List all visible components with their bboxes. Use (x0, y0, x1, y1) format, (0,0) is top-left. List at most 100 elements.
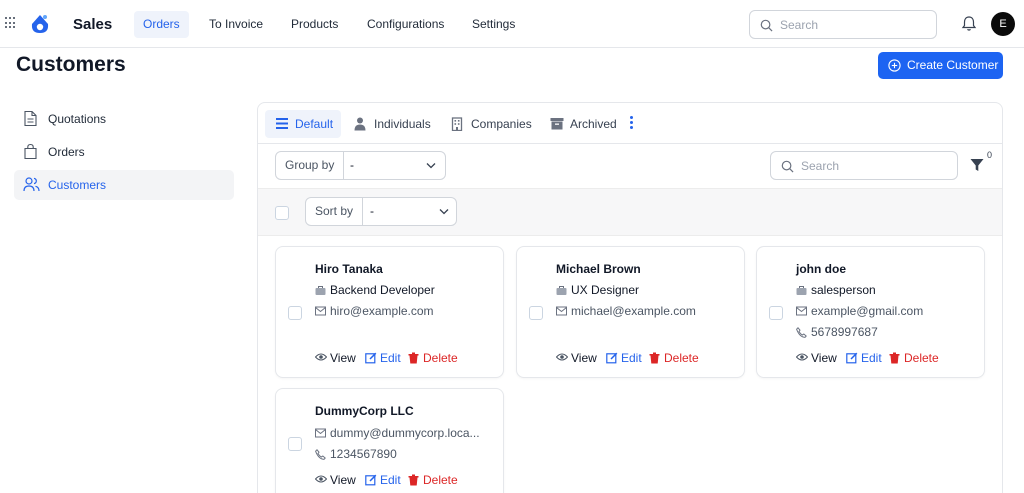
create-customer-button[interactable]: Create Customer (878, 52, 1003, 79)
customer-role: Backend Developer (315, 283, 435, 297)
customer-name: Hiro Tanaka (315, 262, 383, 276)
delete-button[interactable]: Delete (649, 351, 699, 365)
tab-label: Individuals (374, 117, 431, 131)
customer-email: example@gmail.com (796, 304, 923, 318)
edit-icon (365, 352, 377, 364)
global-search (749, 10, 937, 39)
edit-button[interactable]: Edit (606, 351, 642, 365)
customer-role: UX Designer (556, 283, 639, 297)
list-search-input[interactable] (801, 152, 941, 179)
delete-button[interactable]: Delete (408, 473, 458, 487)
customer-card[interactable]: DummyCorp LLC dummy@dummycorp.loca... 12… (275, 388, 504, 493)
app-logo-icon (31, 15, 49, 33)
group-by-value: - (350, 158, 354, 172)
global-search-input[interactable] (780, 11, 920, 38)
customer-name: john doe (796, 262, 846, 276)
phone-icon (315, 449, 326, 460)
tab-individuals[interactable]: Individuals (344, 110, 439, 138)
mail-icon (556, 306, 567, 316)
nav-configurations[interactable]: Configurations (358, 11, 453, 38)
customer-name: Michael Brown (556, 262, 641, 276)
tab-archived[interactable]: Archived (540, 110, 625, 138)
edit-button[interactable]: Edit (365, 351, 401, 365)
briefcase-icon (556, 286, 567, 295)
view-button[interactable]: View (315, 351, 356, 365)
eye-icon (315, 475, 327, 483)
briefcase-icon (796, 286, 807, 295)
mail-icon (315, 428, 326, 438)
tab-companies[interactable]: Companies (441, 110, 540, 138)
customer-name: DummyCorp LLC (315, 404, 414, 418)
trash-icon (889, 352, 900, 364)
delete-button[interactable]: Delete (408, 351, 458, 365)
top-navbar: Sales Orders To Invoice Products Configu… (0, 0, 1024, 48)
mail-icon (796, 306, 807, 316)
more-views-icon[interactable] (630, 116, 634, 130)
card-checkbox[interactable] (288, 306, 302, 320)
search-icon (781, 160, 794, 173)
eye-icon (315, 353, 327, 361)
sidebar-item-label: Orders (48, 145, 85, 159)
tab-label: Companies (471, 117, 532, 131)
trash-icon (408, 352, 419, 364)
tab-default[interactable]: Default (265, 110, 342, 138)
plus-circle-icon (888, 59, 901, 72)
customer-card[interactable]: Hiro Tanaka Backend Developer hiro@examp… (275, 246, 504, 378)
customer-phone: 5678997687 (796, 325, 878, 339)
sort-by-value: - (370, 204, 374, 218)
app-title: Sales (73, 16, 113, 33)
chevron-down-icon (426, 163, 436, 169)
users-icon (23, 177, 40, 192)
filter-count-badge: 0 (987, 150, 993, 160)
mail-icon (315, 306, 326, 316)
sidebar-item-label: Quotations (48, 112, 107, 126)
customer-card[interactable]: Michael Brown UX Designer michael@exampl… (516, 246, 745, 378)
customer-role: salesperson (796, 283, 876, 297)
card-checkbox[interactable] (769, 306, 783, 320)
edit-button[interactable]: Edit (365, 473, 401, 487)
eye-icon (796, 353, 808, 361)
sort-by-select[interactable]: Sort by - (305, 197, 457, 226)
card-checkbox[interactable] (529, 306, 543, 320)
user-avatar[interactable]: E (991, 12, 1015, 36)
page-title: Customers (16, 53, 126, 76)
edit-icon (846, 352, 858, 364)
delete-button[interactable]: Delete (889, 351, 939, 365)
sidebar-item-orders[interactable]: Orders (14, 137, 234, 167)
nav-to-invoice[interactable]: To Invoice (200, 11, 272, 38)
sort-by-label: Sort by (306, 198, 364, 225)
group-by-label: Group by (276, 152, 345, 179)
archive-icon (550, 118, 564, 130)
view-button[interactable]: View (796, 351, 837, 365)
eye-icon (556, 353, 568, 361)
select-all-checkbox[interactable] (275, 206, 289, 220)
sidebar-item-customers[interactable]: Customers (14, 170, 234, 200)
customer-phone: 1234567890 (315, 447, 397, 461)
view-button[interactable]: View (315, 473, 356, 487)
trash-icon (408, 474, 419, 486)
card-checkbox[interactable] (288, 437, 302, 451)
customer-email: dummy@dummycorp.loca... (315, 426, 480, 440)
document-icon (24, 110, 37, 127)
edit-button[interactable]: Edit (846, 351, 882, 365)
tab-label: Archived (570, 117, 617, 131)
sidebar-item-label: Customers (48, 178, 107, 192)
view-button[interactable]: View (556, 351, 597, 365)
building-icon (451, 117, 463, 131)
sort-toolbar: Sort by - (258, 188, 1002, 236)
customer-email: hiro@example.com (315, 304, 434, 318)
app-grid-icon[interactable] (5, 17, 17, 29)
search-icon (760, 19, 773, 32)
list-search (770, 151, 958, 180)
nav-products[interactable]: Products (282, 11, 347, 38)
tab-label: Default (295, 117, 334, 131)
nav-settings[interactable]: Settings (463, 11, 524, 38)
list-toolbar: Group by - 0 (258, 143, 1002, 188)
bell-icon[interactable] (961, 15, 977, 32)
edit-icon (365, 474, 377, 486)
customer-card[interactable]: john doe salesperson example@gmail.com 5… (756, 246, 985, 378)
filter-icon[interactable] (970, 158, 984, 172)
sidebar-item-quotations[interactable]: Quotations (14, 104, 234, 134)
nav-orders[interactable]: Orders (134, 11, 189, 38)
group-by-select[interactable]: Group by - (275, 151, 446, 180)
